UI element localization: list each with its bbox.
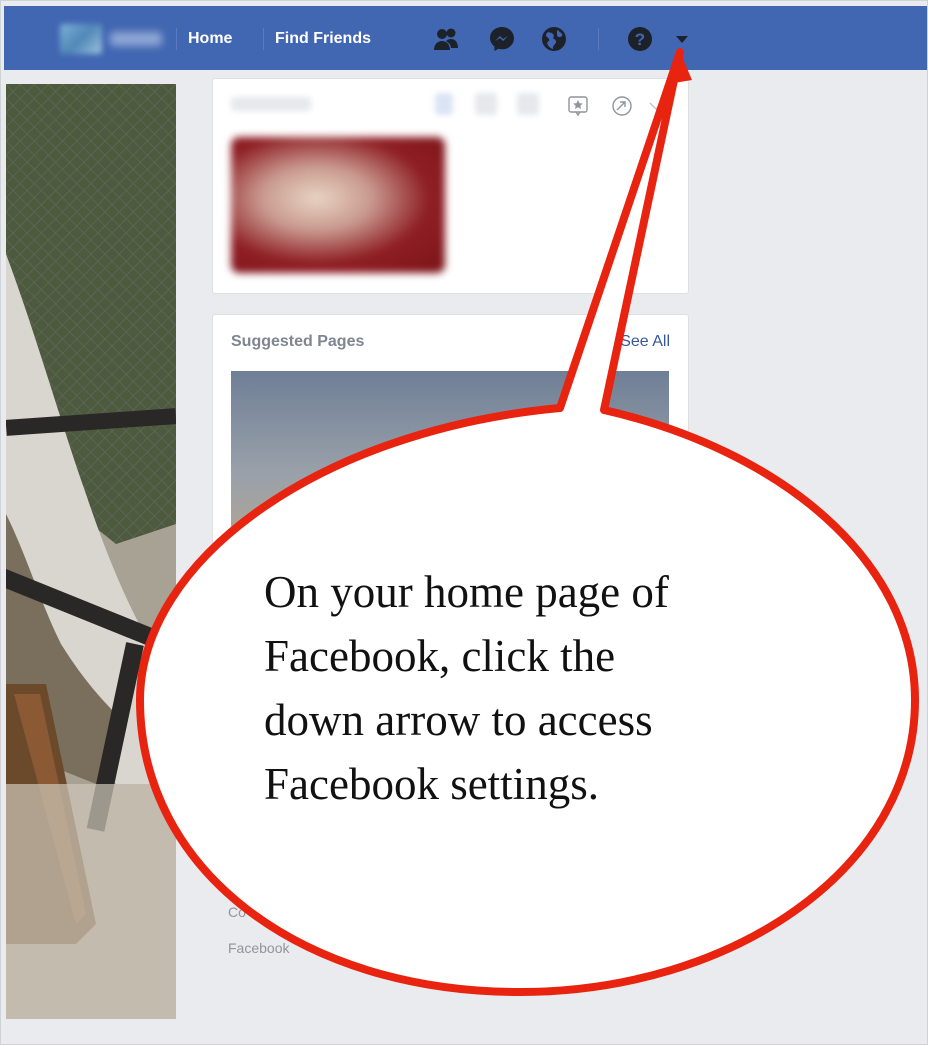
friend-requests-icon[interactable]: [432, 25, 460, 53]
home-link[interactable]: Home: [188, 28, 232, 50]
blurred-control: [517, 93, 539, 115]
callout-line: On your home page of: [264, 567, 669, 617]
nav-divider: [598, 28, 599, 50]
blurred-heading: [231, 97, 311, 111]
blurred-ad-image[interactable]: [231, 137, 445, 273]
see-all-link[interactable]: See All: [620, 333, 670, 351]
nav-divider: [176, 28, 177, 50]
footer-link[interactable]: Facebook: [228, 940, 289, 956]
blurred-control: [475, 93, 497, 115]
profile-name-blurred[interactable]: [110, 32, 162, 46]
messenger-icon[interactable]: [488, 25, 516, 53]
callout-line: Facebook, click the: [264, 631, 616, 681]
star-page-icon[interactable]: [567, 95, 589, 117]
sponsored-card: [212, 78, 689, 294]
share-arrow-icon[interactable]: [611, 95, 633, 117]
find-friends-link[interactable]: Find Friends: [275, 28, 371, 50]
nav-divider: [263, 28, 264, 50]
dropdown-arrow-icon[interactable]: [674, 33, 690, 45]
chevron-down-icon[interactable]: [645, 95, 667, 117]
callout-line: down arrow to access: [264, 695, 653, 745]
top-nav-bar: Home Find Friends ?: [4, 6, 928, 70]
notifications-globe-icon[interactable]: [540, 25, 568, 53]
outdoor-stairs-photo: [6, 84, 176, 1019]
footer-link[interactable]: Co: [228, 904, 246, 920]
cover-photo: [6, 84, 176, 1019]
suggested-page-image[interactable]: [231, 371, 669, 561]
suggested-pages-title: Suggested Pages: [231, 333, 365, 350]
blurred-control: [435, 93, 453, 115]
callout-line: Facebook settings.: [264, 759, 599, 809]
profile-avatar[interactable]: [60, 24, 102, 54]
svg-text:?: ?: [635, 30, 645, 49]
callout-text: On your home page of Facebook, click the…: [264, 560, 824, 816]
help-icon[interactable]: ?: [626, 25, 654, 53]
